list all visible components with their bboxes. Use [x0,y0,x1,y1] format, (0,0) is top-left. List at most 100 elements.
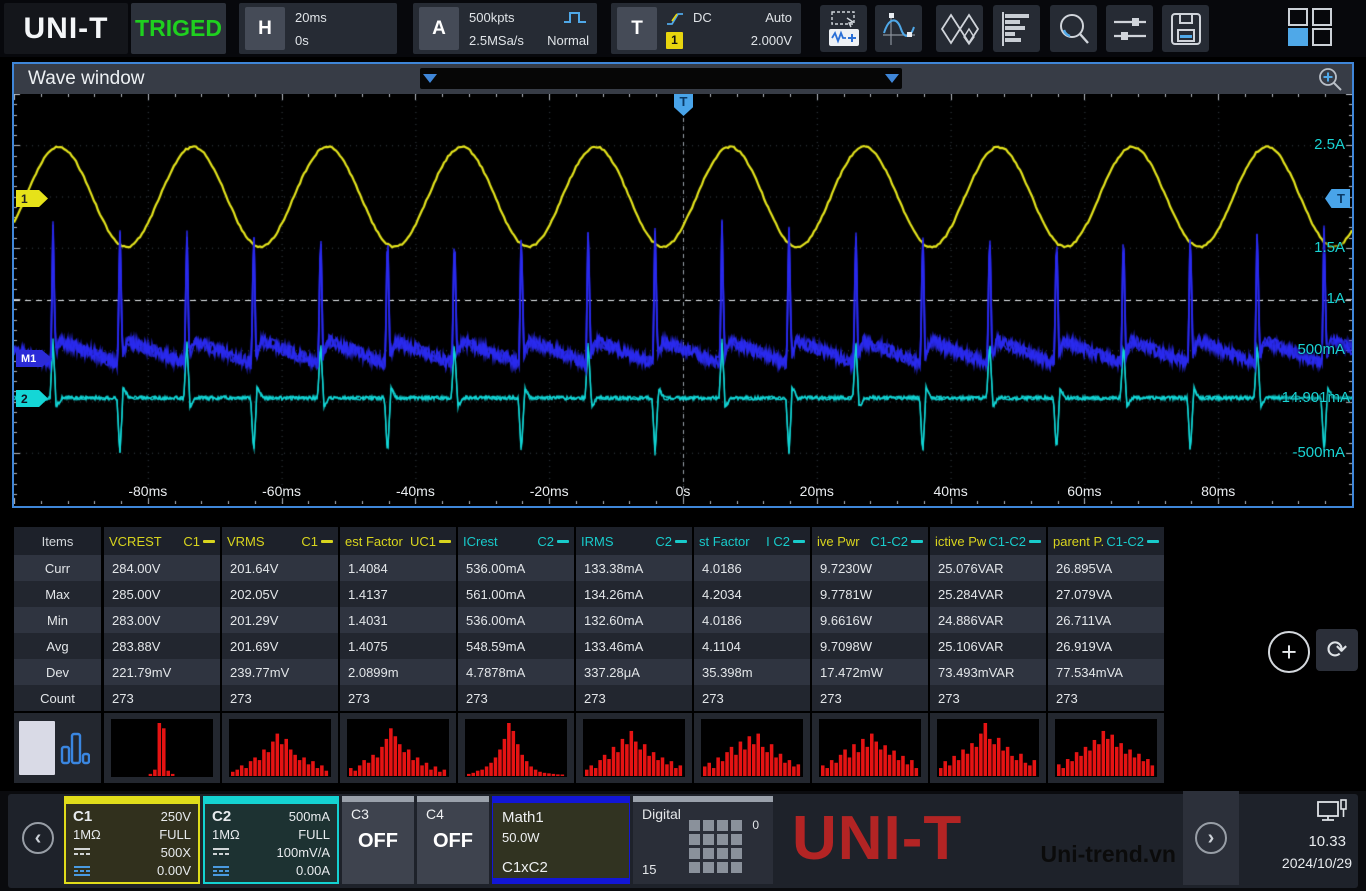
math1-name: Math1 [493,809,629,826]
measurement-value: 1.4031 [340,607,456,633]
measurement-value: 201.69V [222,633,338,659]
measurement-histogram [229,719,331,777]
measurement-value: 25.076VAR [930,555,1046,581]
measurement-value: 4.2034 [694,581,810,607]
channel2-scale: 500mA [289,809,330,824]
watermark: UNI-T Uni-trend.vn [792,799,1176,881]
trigger-menu[interactable]: T DC Auto 1 2.000V [611,3,801,54]
measurement-channel: I C2 [766,534,790,549]
wave-drag-tool-button[interactable] [820,5,867,52]
acquire-menu[interactable]: A 500kpts 2.5MSa/s Normal [413,3,597,54]
waveform-plot[interactable] [14,94,1352,504]
dc-coupling-icon [73,847,91,857]
measurement-column[interactable]: IRMSC2133.38mA134.26mA132.60mA133.46mA33… [576,527,692,783]
measurement-value: 273 [576,685,692,711]
items-header: Items [14,527,101,555]
measurement-channel: UC1 [410,534,436,549]
trigger-status-text: TRIGED [135,15,222,42]
acquire-mode-value: Normal [547,33,589,48]
measurement-column[interactable]: VCRESTC1284.00V285.00V283.00V283.88V221.… [104,527,220,783]
measurement-column-header: ictive PwC1-C2 [930,527,1046,555]
measurement-name: IRMS [581,534,614,549]
settings-tool-button[interactable] [1106,5,1153,52]
measurement-value: 548.59mA [458,633,574,659]
scrollbar-right-arrow-icon[interactable] [885,74,899,83]
measurement-value: 273 [104,685,220,711]
clock-panel[interactable]: 10.33 2024/10/29 [1242,791,1358,885]
measurement-value: 239.77mV [222,659,338,685]
channel2-probe: 100mV/A [277,845,330,860]
add-measurement-button[interactable]: + [1268,631,1310,673]
measurement-value: 536.00mA [458,607,574,633]
histogram-cell [458,713,574,783]
plus-icon: + [1281,639,1297,666]
channel1-box[interactable]: C1 250V 1MΩ FULL 500X 0.00V [64,796,200,884]
channel4-box[interactable]: C4 OFF [417,796,489,884]
acquire-pulse-icon [563,10,589,25]
digital-box[interactable]: Digital 0 15 [633,796,773,884]
scrollbar-left-arrow-icon[interactable] [423,74,437,83]
measurement-value: 9.6616W [812,607,928,633]
measurement-value: 4.0186 [694,555,810,581]
layout-grid-button[interactable] [1288,8,1332,48]
mask-test-icon [941,11,979,47]
measurement-column[interactable]: VRMSC1201.64V202.05V201.29V201.69V239.77… [222,527,338,783]
measurement-value: 337.28μA [576,659,692,685]
row-label: Dev [14,659,101,685]
search-tool-button[interactable] [1050,5,1097,52]
measurement-column-header: st FactorI C2 [694,527,810,555]
histogram-toggle-icon[interactable] [60,727,90,769]
chevron-left-icon: ‹ [35,828,42,848]
brand-logo-text: UNI-T [24,12,109,46]
measurement-value: 4.1104 [694,633,810,659]
xy-mode-button[interactable] [875,5,922,52]
wave-window-title: Wave window [28,68,145,90]
row-label: Curr [14,555,101,581]
x-axis-label: 80ms [1201,483,1235,499]
reset-statistics-button[interactable]: ⟳ [1316,629,1358,671]
measurement-columns: VCRESTC1284.00V285.00V283.00V283.88V221.… [104,527,1166,783]
measurement-value: 273 [694,685,810,711]
histogram-checkbox[interactable] [19,721,55,775]
measurement-column[interactable]: ICrestC2536.00mA561.00mA536.00mA548.59mA… [458,527,574,783]
measurement-column[interactable]: parent P.C1-C226.895VA27.079VA26.711VA26… [1048,527,1164,783]
measurement-column[interactable]: est FactorUC11.40841.41371.40311.40752.0… [340,527,456,783]
histogram-tool-button[interactable] [993,5,1040,52]
measurement-value: 1.4075 [340,633,456,659]
horizontal-menu[interactable]: H 20ms 0s [239,3,397,54]
measurement-name: parent P. [1053,534,1104,549]
channel2-box[interactable]: C2 500mA 1MΩ FULL 100mV/A 0.00A [203,796,339,884]
measurement-name: VRMS [227,534,265,549]
channel4-state: OFF [417,830,489,853]
x-axis-label: 40ms [933,483,967,499]
measurement-column[interactable]: ictive PwC1-C225.076VAR25.284VAR24.886VA… [930,527,1046,783]
channel1-ground-icon [73,865,91,876]
scroll-left-button[interactable]: ‹ [22,822,54,854]
measurement-column-header: est FactorUC1 [340,527,456,555]
zoom-magnifier-button[interactable] [1317,66,1344,93]
sample-rate-value: 2.5MSa/s [469,33,524,48]
math1-box[interactable]: Math1 50.0W C1xC2 [492,796,630,884]
measurement-column[interactable]: st FactorI C24.01864.20344.01864.110435.… [694,527,810,783]
horizontal-scrollbar[interactable] [420,68,902,89]
top-bar: UNI-T TRIGED H 20ms 0s A 500kpts 2.5MSa/… [0,0,1366,57]
display-device-icon [1316,799,1348,825]
y-axis-label: 1A [1327,290,1345,307]
channel1-impedance: 1MΩ [73,827,101,842]
measurement-value: 285.00V [104,581,220,607]
x-axis-label: -80ms [128,483,167,499]
measurement-column-header: ICrestC2 [458,527,574,555]
measurement-histogram [937,719,1039,777]
scroll-right-button[interactable]: › [1195,822,1227,854]
histogram-cell [340,713,456,783]
brand-logo: UNI-T [4,3,128,54]
mask-test-button[interactable] [936,5,983,52]
measurement-column[interactable]: ive PwrC1-C29.7230W9.7781W9.6616W9.7098W… [812,527,928,783]
measurement-name: ICrest [463,534,498,549]
save-tool-button[interactable] [1162,5,1209,52]
channel-trace-icon [557,540,569,543]
measurement-value: 273 [1048,685,1164,711]
channel2-impedance: 1MΩ [212,827,240,842]
y-axis-label: -500mA [1292,444,1345,461]
channel3-box[interactable]: C3 OFF [342,796,414,884]
